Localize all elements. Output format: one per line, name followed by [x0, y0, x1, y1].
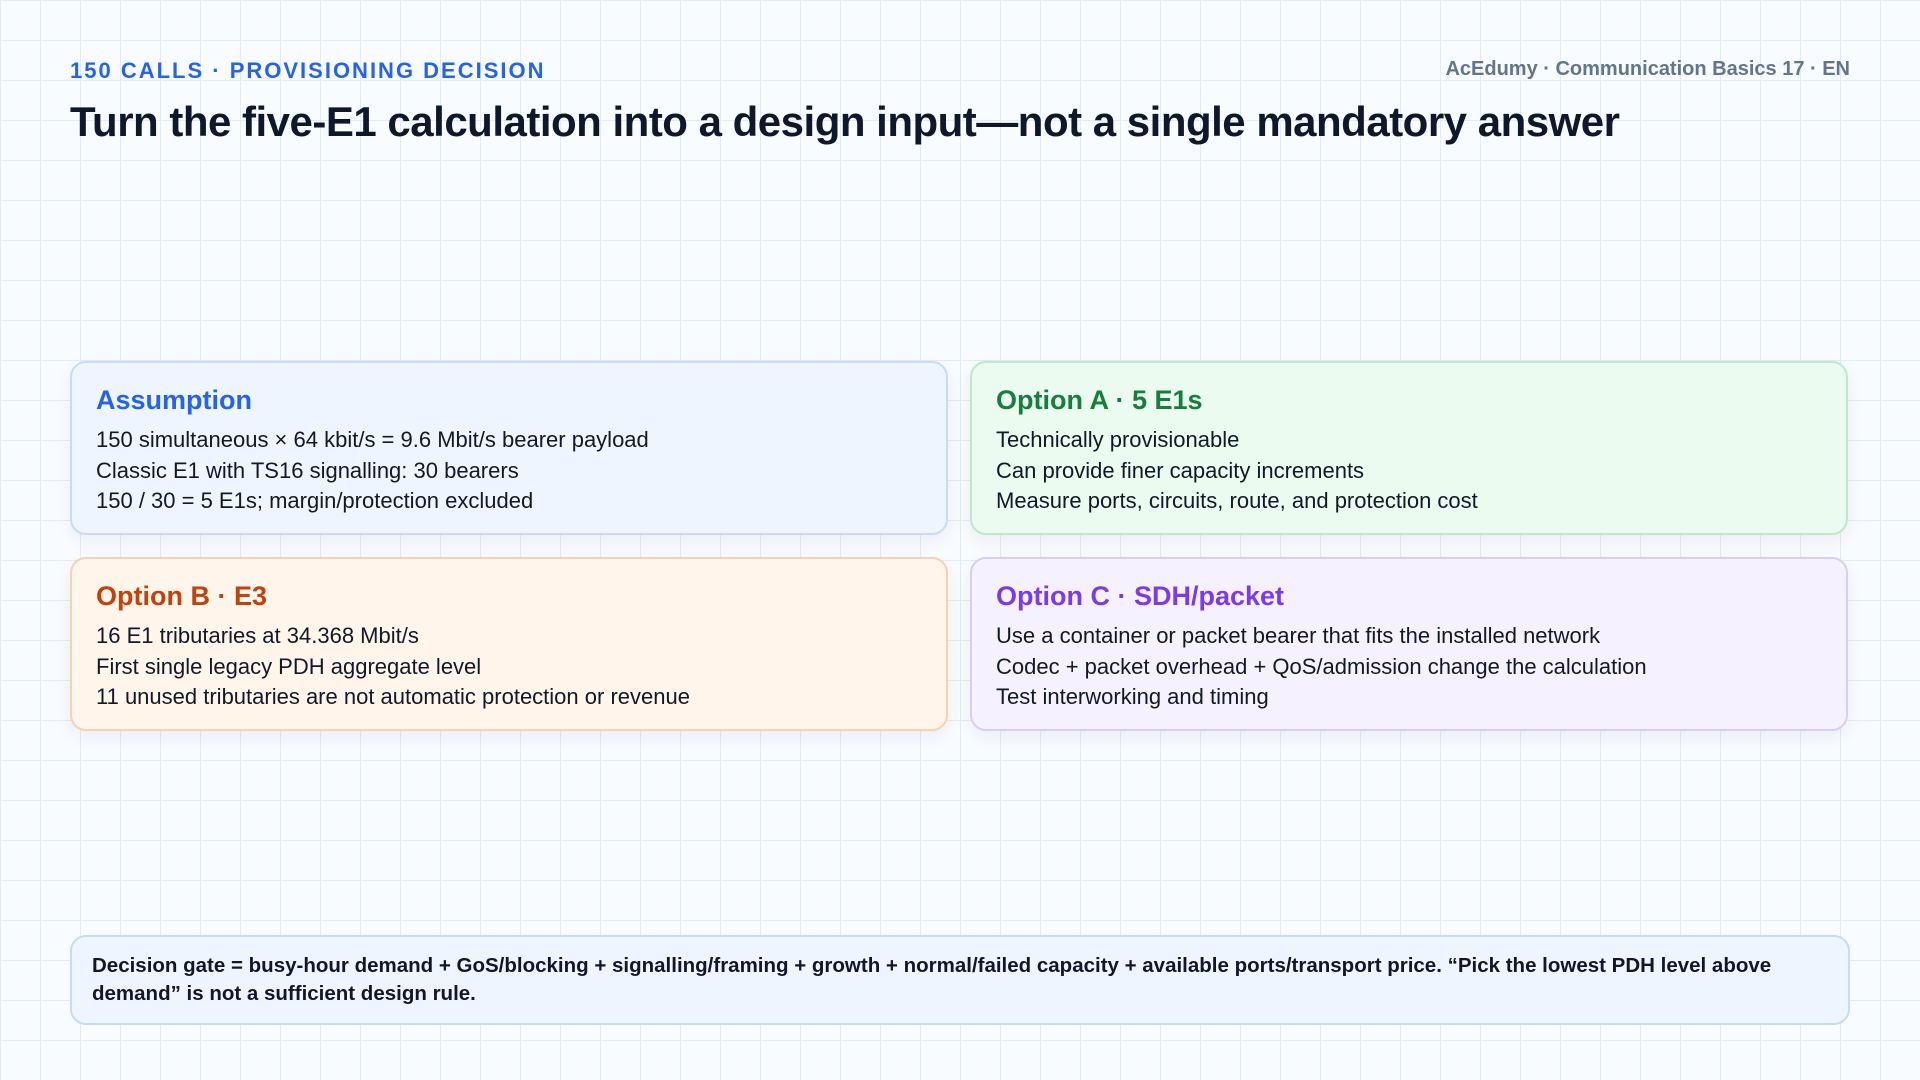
option-b-card-title: Option B · E3: [96, 581, 267, 611]
option-b-card-lines: 16 E1 tributaries at 34.368 Mbit/s First…: [96, 621, 922, 713]
assumption-line: Classic E1 with TS16 signalling: 30 bear…: [96, 457, 519, 483]
option-b-line: 11 unused tributaries are not automatic …: [96, 684, 690, 709]
option-c-card-title: Option C · SDH/packet: [996, 581, 1285, 611]
option-c-line: Test interworking and timing: [996, 684, 1269, 709]
option-a-card-lines: Technically provisionable Can provide fi…: [996, 425, 1822, 517]
option-a-line: Measure ports, circuits, route, and prot…: [996, 488, 1478, 513]
assumption-card-lines: 150 simultaneous × 64 kbit/s = 9.6 Mbit/…: [96, 425, 922, 517]
option-b-line: 16 E1 tributaries at 34.368 Mbit/s: [96, 623, 419, 648]
option-a-line: Technically provisionable: [996, 427, 1240, 452]
option-c-line: Use a container or packet bearer that fi…: [996, 623, 1601, 648]
option-b-line: First single legacy PDH aggregate level: [96, 653, 482, 679]
assumption-card-title: Assumption: [96, 385, 253, 415]
kicker-label: 150 CALLS · PROVISIONING DECISION: [70, 58, 546, 83]
option-c-card: Option C · SDH/packet Use a container or…: [970, 557, 1848, 731]
brand-label: AcEdumy · Communication Basics 17 · EN: [1445, 58, 1850, 80]
assumption-card: Assumption 150 simultaneous × 64 kbit/s …: [70, 361, 948, 535]
option-c-line: Codec + packet overhead + QoS/admission …: [996, 653, 1647, 679]
option-a-card: Option A · 5 E1s Technically provisionab…: [970, 361, 1848, 535]
decision-gate-note: Decision gate = busy-hour demand + GoS/b…: [70, 935, 1850, 1025]
assumption-line: 150 simultaneous × 64 kbit/s = 9.6 Mbit/…: [96, 427, 649, 452]
option-a-card-title: Option A · 5 E1s: [996, 385, 1203, 415]
page-title: Turn the five-E1 calculation into a desi…: [70, 98, 1620, 145]
option-b-card: Option B · E3 16 E1 tributaries at 34.36…: [70, 557, 948, 731]
option-c-card-lines: Use a container or packet bearer that fi…: [996, 621, 1822, 713]
assumption-line: 150 / 30 = 5 E1s; margin/protection excl…: [96, 488, 534, 513]
option-a-line: Can provide finer capacity increments: [996, 457, 1365, 483]
